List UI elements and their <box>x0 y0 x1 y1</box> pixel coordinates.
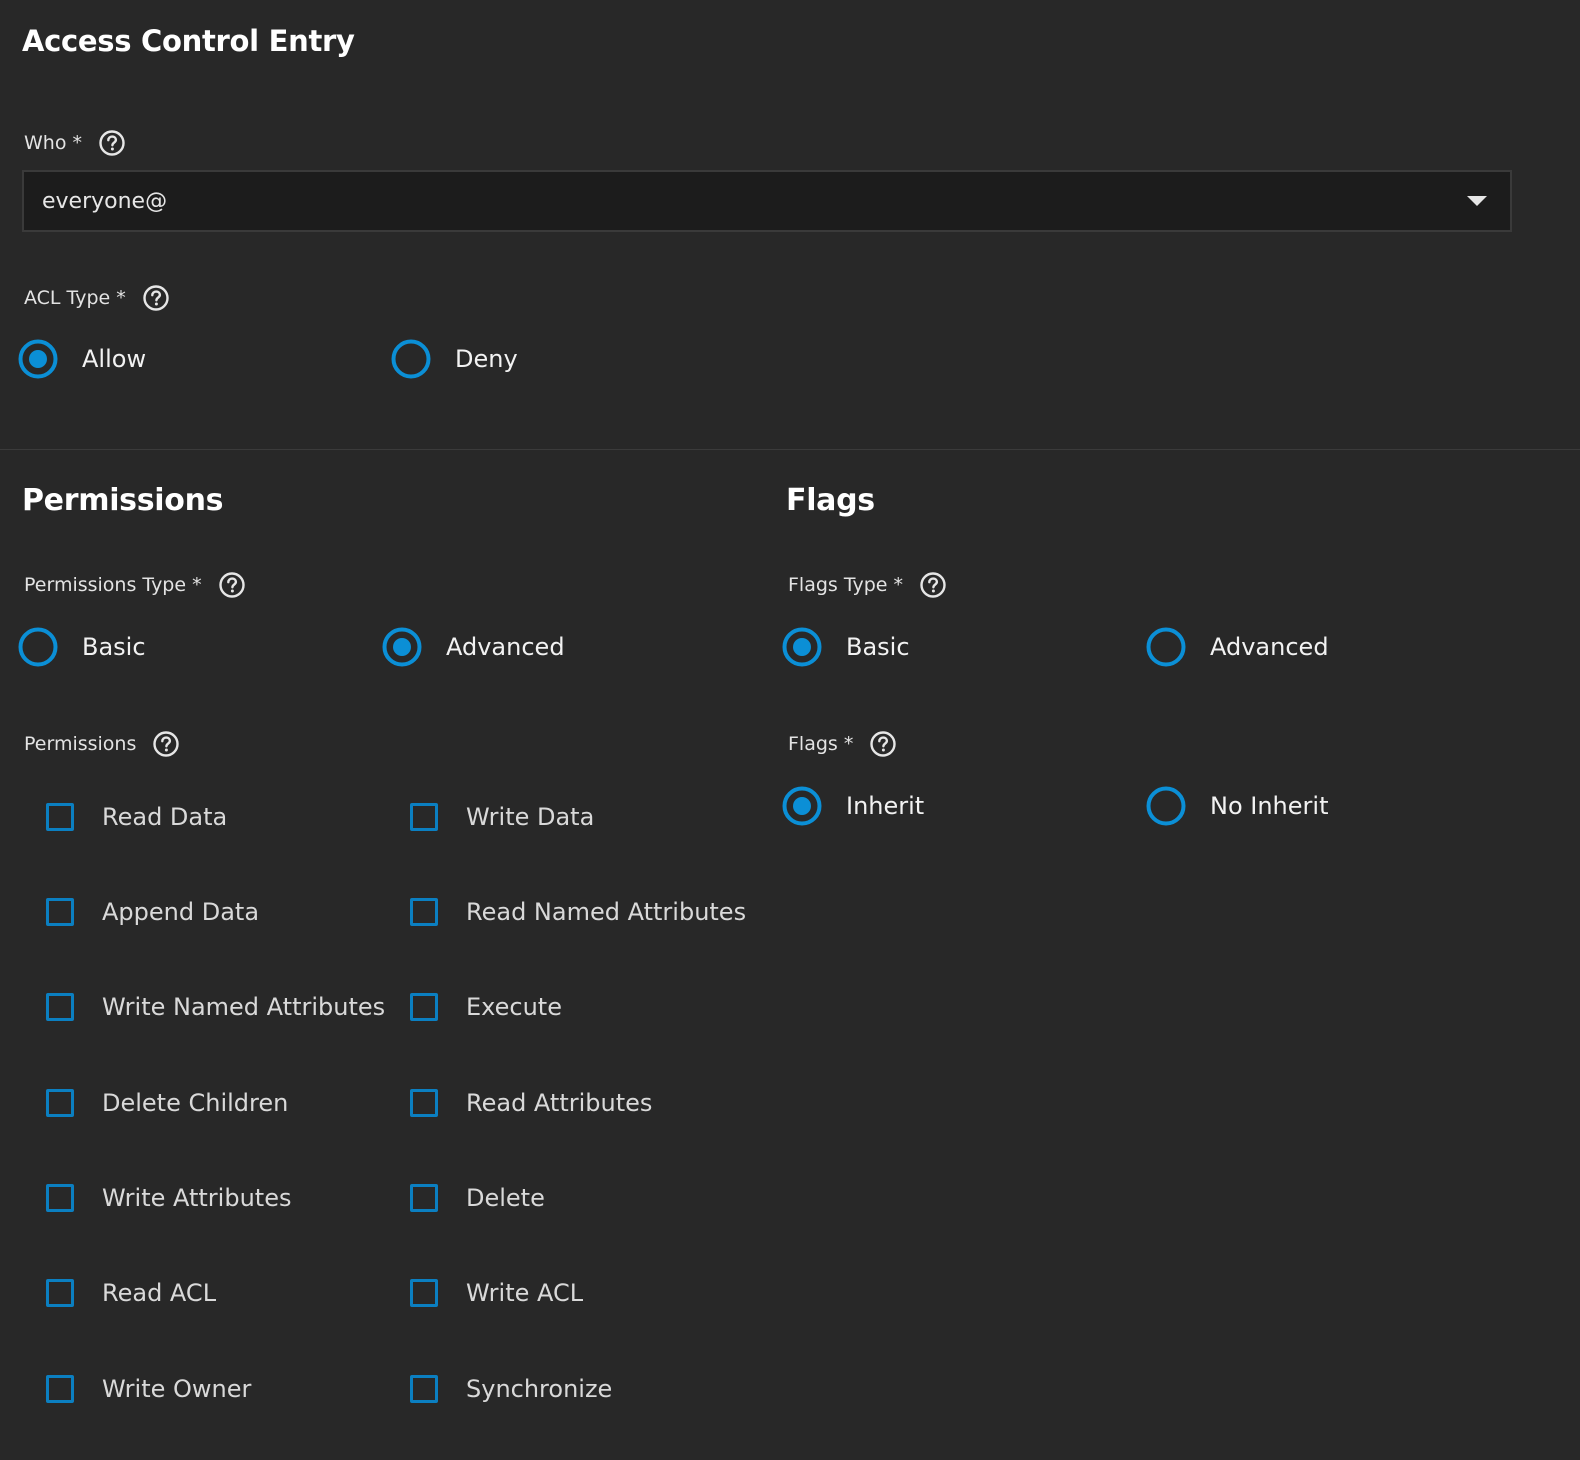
permission-write-acl-checkbox[interactable]: Write ACL <box>410 1279 583 1307</box>
checkbox-label: Write Named Attributes <box>102 993 386 1021</box>
checkbox-box <box>46 1375 74 1403</box>
flags-inherit-radio[interactable]: Inherit <box>782 786 924 826</box>
checkbox-label: Delete Children <box>102 1089 289 1117</box>
radio-checked-icon <box>782 786 822 826</box>
flags-type-label: Flags Type * <box>788 574 904 596</box>
flags-no-inherit-radio[interactable]: No Inherit <box>1146 786 1328 826</box>
radio-unchecked-icon <box>391 339 431 379</box>
permission-delete-checkbox[interactable]: Delete <box>410 1184 545 1212</box>
help-icon[interactable] <box>142 284 170 312</box>
radio-checked-icon <box>18 339 58 379</box>
checkbox-box <box>410 1375 438 1403</box>
radio-label: Allow <box>82 345 147 373</box>
flags-label-row: Flags * <box>788 729 897 759</box>
permission-synchronize-checkbox[interactable]: Synchronize <box>410 1375 612 1403</box>
checkbox-label: Delete <box>466 1184 545 1212</box>
who-label-row: Who * <box>24 128 126 158</box>
permissions-list-label-row: Permissions <box>24 729 180 759</box>
help-icon[interactable] <box>919 571 947 599</box>
checkbox-label: Read Data <box>102 803 228 831</box>
radio-label: Advanced <box>1210 633 1329 661</box>
who-select-value: everyone@ <box>42 188 168 214</box>
flags-type-label-row: Flags Type * <box>788 570 947 600</box>
checkbox-box <box>46 1089 74 1117</box>
section-divider <box>0 449 1580 450</box>
permission-delete-children-checkbox[interactable]: Delete Children <box>46 1089 288 1117</box>
radio-unchecked-icon <box>1146 786 1186 826</box>
who-label: Who * <box>24 132 82 154</box>
permission-write-data-checkbox[interactable]: Write Data <box>410 803 594 831</box>
flags-label: Flags * <box>788 733 854 755</box>
caret-down-icon <box>1467 196 1487 206</box>
radio-label: Deny <box>455 345 518 373</box>
permission-write-attributes-checkbox[interactable]: Write Attributes <box>46 1184 291 1212</box>
checkbox-box <box>46 898 74 926</box>
radio-label: Inherit <box>846 792 925 820</box>
permission-read-acl-checkbox[interactable]: Read ACL <box>46 1279 216 1307</box>
permission-read-data-checkbox[interactable]: Read Data <box>46 803 227 831</box>
checkbox-box <box>410 898 438 926</box>
checkbox-label: Synchronize <box>466 1375 613 1403</box>
radio-label: Advanced <box>446 633 565 661</box>
checkbox-box <box>410 993 438 1021</box>
permission-read-named-attributes-checkbox[interactable]: Read Named Attributes <box>410 898 746 926</box>
checkbox-box <box>410 1089 438 1117</box>
radio-label: Basic <box>846 633 910 661</box>
checkbox-box <box>410 1279 438 1307</box>
checkbox-label: Write Owner <box>102 1375 252 1403</box>
checkbox-label: Write Data <box>466 803 595 831</box>
permission-append-data-checkbox[interactable]: Append Data <box>46 898 259 926</box>
page-title: Access Control Entry <box>22 24 355 58</box>
acl-type-deny-radio[interactable]: Deny <box>391 339 518 379</box>
permission-execute-checkbox[interactable]: Execute <box>410 993 562 1021</box>
help-icon[interactable] <box>152 730 180 758</box>
acl-type-label: ACL Type * <box>24 287 126 309</box>
flags-type-basic-radio[interactable]: Basic <box>782 627 910 667</box>
checkbox-label: Execute <box>466 993 562 1021</box>
permission-write-named-attributes-checkbox[interactable]: Write Named Attributes <box>46 993 385 1021</box>
checkbox-box <box>46 1279 74 1307</box>
flags-type-advanced-radio[interactable]: Advanced <box>1146 627 1329 667</box>
permission-read-attributes-checkbox[interactable]: Read Attributes <box>410 1089 652 1117</box>
acl-type-label-row: ACL Type * <box>24 283 170 313</box>
radio-unchecked-icon <box>1146 627 1186 667</box>
who-select[interactable]: everyone@ <box>22 170 1512 232</box>
checkbox-box <box>410 803 438 831</box>
help-icon[interactable] <box>869 730 897 758</box>
permission-write-owner-checkbox[interactable]: Write Owner <box>46 1375 251 1403</box>
checkbox-label: Write Attributes <box>102 1184 292 1212</box>
checkbox-box <box>410 1184 438 1212</box>
checkbox-label: Read Attributes <box>466 1089 653 1117</box>
checkbox-box <box>46 993 74 1021</box>
permissions-type-label: Permissions Type * <box>24 574 202 596</box>
permissions-list-label: Permissions <box>24 733 137 755</box>
checkbox-label: Read Named Attributes <box>466 898 747 926</box>
checkbox-label: Append Data <box>102 898 260 926</box>
radio-checked-icon <box>782 627 822 667</box>
radio-label: No Inherit <box>1210 792 1329 820</box>
acl-type-allow-radio[interactable]: Allow <box>18 339 146 379</box>
radio-unchecked-icon <box>18 627 58 667</box>
help-icon[interactable] <box>98 129 126 157</box>
checkbox-box <box>46 1184 74 1212</box>
permissions-type-basic-radio[interactable]: Basic <box>18 627 146 667</box>
checkbox-label: Read ACL <box>102 1279 217 1307</box>
flags-section-title: Flags <box>786 483 875 518</box>
radio-label: Basic <box>82 633 146 661</box>
help-icon[interactable] <box>218 571 246 599</box>
permissions-type-label-row: Permissions Type * <box>24 570 246 600</box>
checkbox-box <box>46 803 74 831</box>
radio-checked-icon <box>382 627 422 667</box>
checkbox-label: Write ACL <box>466 1279 584 1307</box>
permissions-section-title: Permissions <box>22 483 224 518</box>
permissions-type-advanced-radio[interactable]: Advanced <box>382 627 565 667</box>
